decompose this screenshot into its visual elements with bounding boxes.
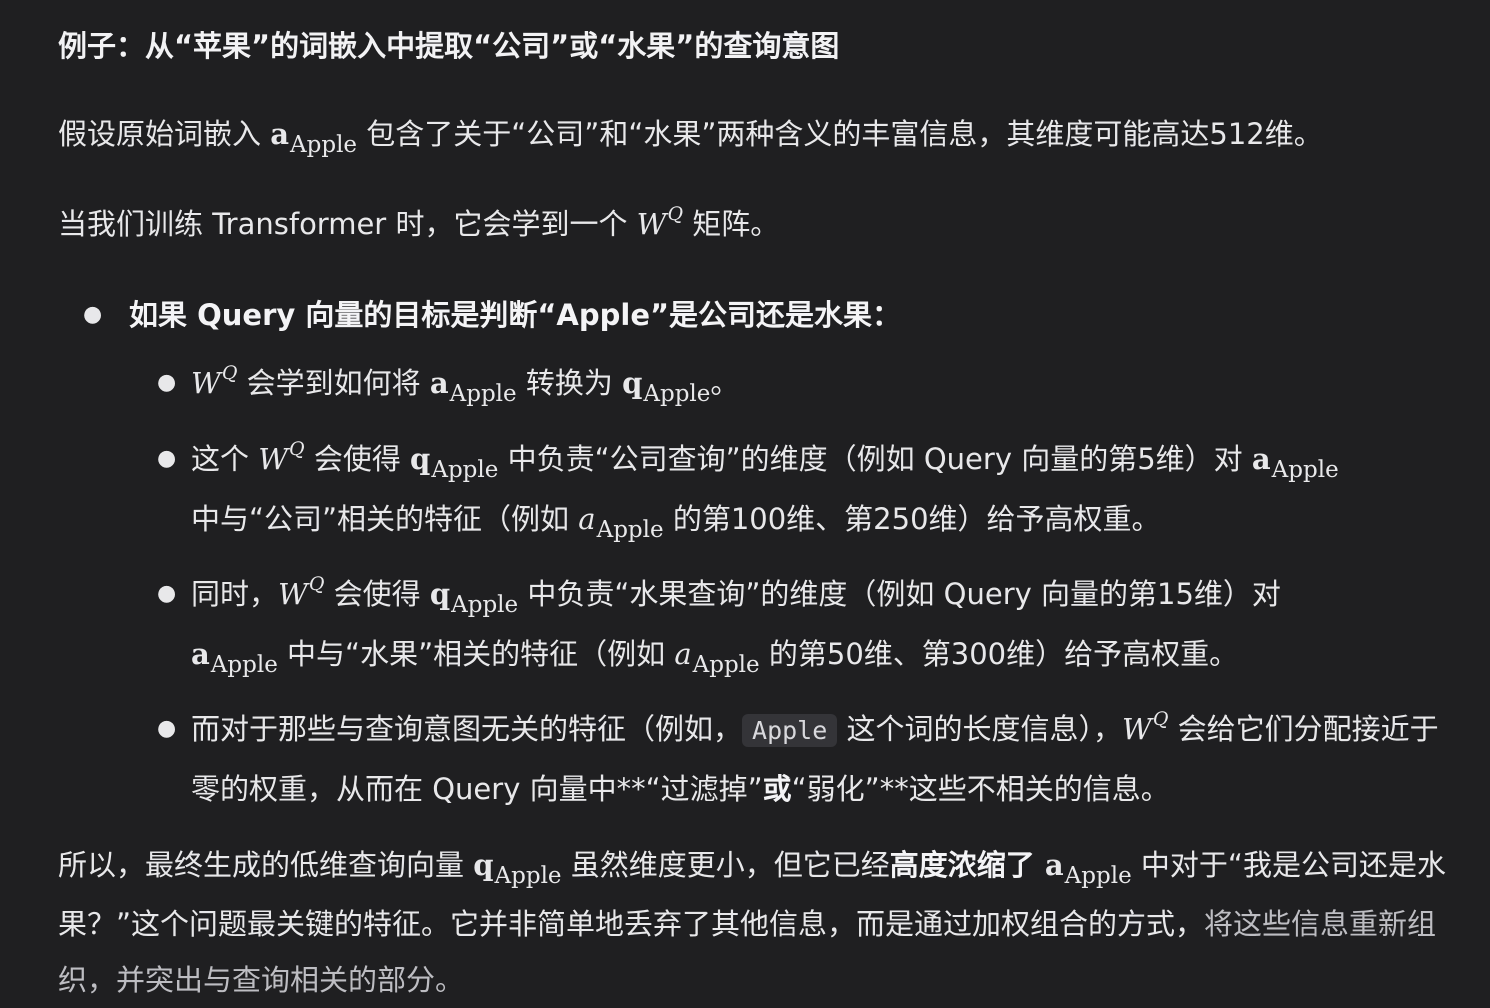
math-a-apple: aApple [191, 637, 278, 678]
text-span: 会使得 [304, 442, 411, 476]
list-item: ● 这个 WQ 会使得 qApple 中负责“公司查询”的维度（例如 Query… [129, 431, 1456, 550]
list-item: ● 同时，WQ 会使得 qApple 中负责“水果查询”的维度（例如 Query… [129, 566, 1456, 685]
math-a-apple: aApple [1251, 442, 1339, 483]
document-page: 例子：从“苹果”的词嵌入中提取“公司”或“水果”的查询意图 假设原始词嵌入 aA… [0, 0, 1490, 997]
math-a-italic-apple: aApple [674, 637, 760, 678]
bullet-heading: 如果 Query 向量的目标是判断“Apple”是公司还是水果： [129, 298, 902, 332]
paragraph-training-text-start: 当我们训练 Transformer 时，它会学到一个 [58, 207, 637, 241]
text-span: 。 [710, 366, 740, 400]
text-span: 的第100维、第250维）给予高权重。 [663, 502, 1161, 536]
text-span: 所以，最终生成的低维查询向量 [58, 848, 474, 882]
paragraph-embedding: 假设原始词嵌入 aApple 包含了关于“公司”和“水果”两种含义的丰富信息，其… [58, 106, 1456, 165]
text-span: 这个 [191, 442, 259, 476]
math-wq: WQ [191, 362, 238, 400]
math-a-apple: aApple [429, 366, 517, 407]
bullet-dot-icon: ● [157, 581, 177, 606]
math-a-italic-apple: aApple [578, 502, 664, 543]
list-item: ● 如果 Query 向量的目标是判断“Apple”是公司还是水果： ● WQ … [58, 287, 1456, 817]
math-wq: WQ [1122, 708, 1169, 746]
text-span: 中负责“水果查询”的维度（例如 Query 向量的第15维）对 [518, 577, 1281, 611]
text-span: 的第50维、第300维）给予高权重。 [759, 637, 1239, 671]
text-span: 虽然维度更小，但它已经 [561, 848, 890, 882]
math-wq: WQ [278, 573, 325, 611]
text-span: “弱化”**这些不相关的信息。 [791, 772, 1170, 806]
bullet-dot-icon: ● [157, 370, 177, 395]
paragraph-training-text-end: 矩阵。 [683, 207, 780, 241]
bullet-dot-icon: ● [157, 446, 177, 471]
text-span: 而对于那些与查询意图无关的特征（例如， [191, 712, 743, 746]
math-q-apple: qApple [473, 848, 562, 889]
list-item: ● WQ 会学到如何将 aApple 转换为 qApple。 [129, 355, 1456, 415]
math-a-apple: aApple [270, 117, 358, 158]
paragraph-embedding-text-start: 假设原始词嵌入 [58, 117, 271, 151]
bullet-dot-icon: ● [157, 716, 177, 741]
math-q-apple: qApple [622, 366, 711, 407]
bold-text: 或 [762, 772, 792, 806]
text-span: 同时， [191, 577, 279, 611]
text-span: 中负责“公司查询”的维度（例如 Query 向量的第5维）对 [498, 442, 1252, 476]
math-q-apple: qApple [410, 442, 499, 483]
text-span: 转换为 [516, 366, 623, 400]
sub-bullet-list: ● WQ 会学到如何将 aApple 转换为 qApple。 ● 这个 WQ 会… [129, 355, 1456, 817]
text-span: 中与“公司”相关的特征（例如 [191, 502, 579, 536]
paragraph-embedding-text-end: 包含了关于“公司”和“水果”两种含义的丰富信息，其维度可能高达512维。 [357, 117, 1323, 151]
text-span: 会学到如何将 [237, 366, 430, 400]
text-span: 中与“水果”相关的特征（例如 [277, 637, 675, 671]
text-span: 会使得 [324, 577, 430, 611]
bold-text: 高度浓缩了 [889, 848, 1045, 882]
inline-code: Apple [742, 714, 838, 747]
math-wq: WQ [636, 203, 684, 241]
paragraph-training: 当我们训练 Transformer 时，它会学到一个 WQ 矩阵。 [58, 196, 1456, 256]
list-item: ● 而对于那些与查询意图无关的特征（例如， Apple 这个词的长度信息），WQ … [129, 701, 1456, 817]
math-q-apple: qApple [429, 577, 519, 618]
text-span: 这个词的长度信息）， [837, 712, 1122, 746]
section-heading: 例子：从“苹果”的词嵌入中提取“公司”或“水果”的查询意图 [58, 29, 840, 63]
bullet-dot-icon: ● [83, 302, 103, 327]
math-wq: WQ [258, 438, 305, 476]
paragraph-conclusion: 所以，最终生成的低维查询向量 qApple 虽然维度更小，但它已经高度浓缩了 a… [58, 837, 1456, 1008]
math-a-apple: aApple [1044, 848, 1132, 889]
bullet-list: ● 如果 Query 向量的目标是判断“Apple”是公司还是水果： ● WQ … [58, 287, 1456, 817]
